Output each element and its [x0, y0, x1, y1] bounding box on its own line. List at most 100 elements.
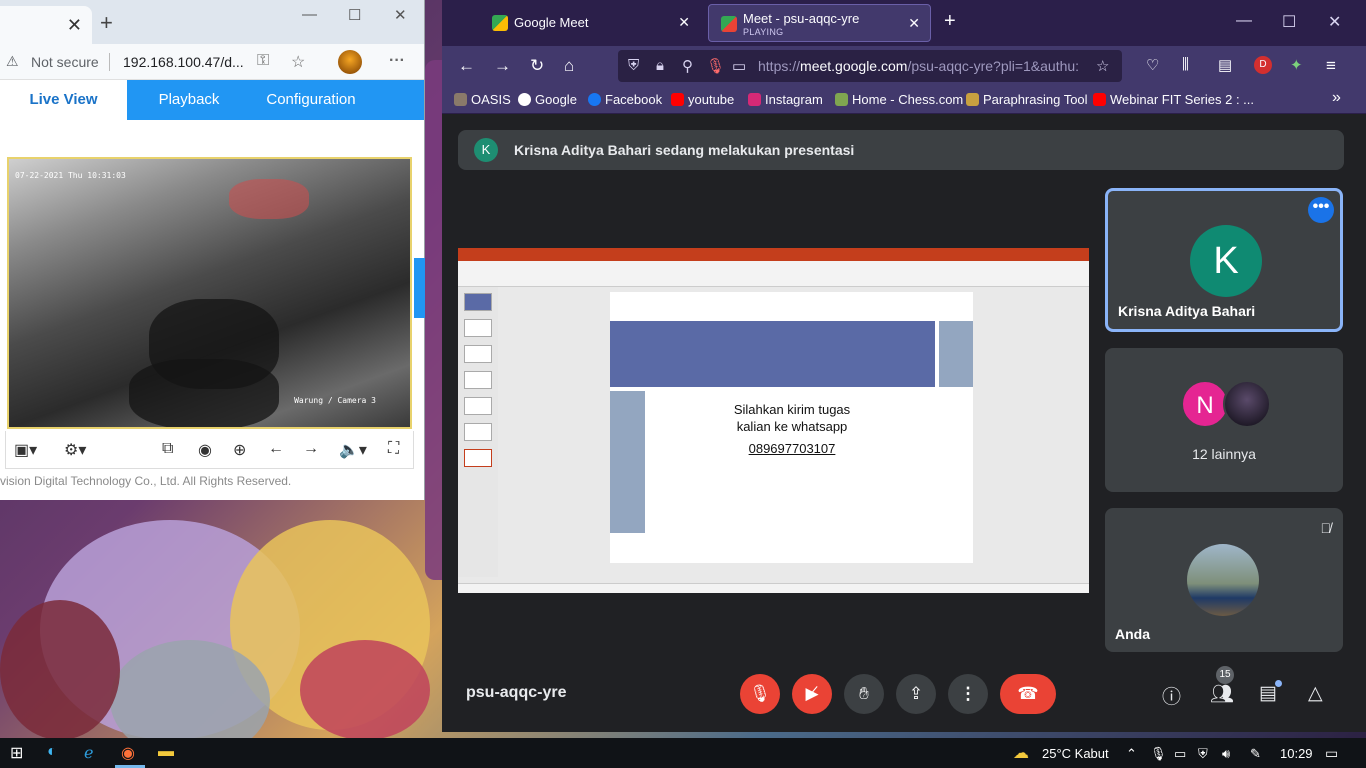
close-window-icon[interactable]: ✕: [394, 6, 407, 24]
key-icon[interactable]: ⚿: [257, 52, 269, 70]
bookmark-facebook[interactable]: Facebook: [588, 92, 662, 107]
new-tab-button[interactable]: +: [100, 10, 113, 36]
present-button[interactable]: ⇪: [896, 674, 936, 714]
self-avatar-photo: [1187, 544, 1259, 616]
participant-tile-others[interactable]: N 12 lainnya: [1105, 348, 1343, 492]
camera-off-button[interactable]: ▶̸: [792, 674, 832, 714]
presentation-banner-text: Krisna Aditya Bahari sedang melakukan pr…: [514, 142, 855, 158]
sidebar-icon[interactable]: ▤: [1218, 56, 1232, 74]
arrow-left-icon[interactable]: ←: [268, 440, 284, 458]
stream-icon[interactable]: ⚙▾: [64, 440, 86, 460]
url-text[interactable]: https://meet.google.com/psu-aqqc-yre?pli…: [758, 58, 1088, 74]
tab-google-meet[interactable]: Google Meet ✕: [480, 4, 700, 42]
file-explorer-icon[interactable]: ▬: [158, 743, 174, 761]
reader-icon[interactable]: ▭: [732, 57, 746, 75]
participant-name: Anda: [1115, 626, 1150, 642]
profile-avatar[interactable]: [338, 50, 362, 74]
maximize-icon[interactable]: ☐: [1282, 12, 1296, 32]
more-options-button[interactable]: ⋮: [948, 674, 988, 714]
side-panel-toggle[interactable]: [414, 258, 425, 318]
nav-playback[interactable]: Playback: [140, 80, 238, 120]
pen-icon[interactable]: ✎: [1250, 746, 1261, 762]
microphone-off-button[interactable]: 🎙︎: [740, 674, 780, 714]
camera-snapshot-icon[interactable]: ◉: [198, 440, 212, 460]
activities-icon[interactable]: △: [1308, 682, 1323, 705]
close-icon[interactable]: ✕: [67, 15, 82, 36]
menu-icon[interactable]: ≡: [1326, 56, 1336, 76]
tab-meet-call[interactable]: Meet - psu-aqqc-yre PLAYING ✕: [708, 4, 931, 42]
camera-live-feed[interactable]: 07-22-2021 Thu 10:31:03 Warung / Camera …: [7, 157, 412, 429]
bookmark-paraphrasing[interactable]: Paraphrasing Tool: [966, 92, 1088, 107]
leave-call-button[interactable]: ☎︎: [1000, 674, 1056, 714]
fullscreen-icon[interactable]: ⛶: [388, 440, 399, 458]
network-icon[interactable]: ▭: [1174, 746, 1186, 762]
more-options-icon[interactable]: •••: [1308, 197, 1334, 223]
minimize-icon[interactable]: —: [302, 6, 317, 23]
meeting-info-icon[interactable]: ⓘ: [1162, 682, 1181, 709]
windows-start-icon[interactable]: ⊞: [10, 743, 23, 763]
camera-url[interactable]: 192.168.100.47/d...: [123, 54, 244, 70]
back-icon[interactable]: ←: [458, 56, 475, 76]
powerpoint-statusbar: [458, 583, 1089, 593]
microphone-tray-icon[interactable]: 🎙︎: [1150, 746, 1167, 762]
nav-configuration[interactable]: Configuration: [256, 80, 366, 120]
camera-address-bar[interactable]: ⚠ Not secure 192.168.100.47/d... ⚿ ☆ ···: [0, 44, 424, 80]
reload-icon[interactable]: ↻: [530, 56, 544, 76]
layout-icon[interactable]: ▣▾: [14, 440, 37, 460]
microphone-active-icon[interactable]: 🎙︎: [706, 57, 725, 75]
bookmark-google[interactable]: Google: [518, 92, 577, 107]
mic-off-icon: 🎙̸: [1320, 520, 1332, 536]
weather-icon[interactable]: ☁: [1013, 743, 1029, 763]
warning-icon[interactable]: ⚠: [6, 53, 19, 70]
slide-thumbnail: [464, 345, 492, 363]
profile-avatar[interactable]: D: [1254, 56, 1272, 74]
home-icon[interactable]: ⌂: [564, 56, 574, 76]
chat-icon[interactable]: ▤: [1259, 682, 1277, 705]
shared-screen[interactable]: Silahkan kirim tugas kalian ke whatsapp …: [458, 248, 1089, 593]
volume-icon[interactable]: 🔊︎: [1222, 746, 1230, 762]
more-bookmarks-icon[interactable]: »: [1332, 89, 1341, 107]
raise-hand-button[interactable]: ✋︎: [844, 674, 884, 714]
permissions-icon[interactable]: ⚲: [682, 57, 693, 75]
more-menu-icon[interactable]: ···: [389, 52, 405, 70]
bookmark-star-icon[interactable]: ☆: [1096, 57, 1109, 75]
new-tab-button[interactable]: +: [944, 10, 956, 33]
arrow-right-icon[interactable]: →: [303, 440, 319, 458]
participant-tile-presenter[interactable]: ••• K Krisna Aditya Bahari: [1105, 188, 1343, 332]
close-tab-icon[interactable]: ✕: [908, 15, 920, 32]
close-window-icon[interactable]: ✕: [1328, 12, 1341, 32]
firefox-icon[interactable]: ◉: [121, 743, 135, 763]
pocket-icon[interactable]: ♡: [1146, 56, 1159, 74]
favorite-star-icon[interactable]: ☆: [291, 52, 305, 72]
bookmark-instagram[interactable]: Instagram: [748, 92, 823, 107]
defender-icon[interactable]: ⛨: [1198, 746, 1208, 762]
bookmark-youtube[interactable]: youtube: [671, 92, 734, 107]
url-bar[interactable]: ⛨ 🔒︎ ⚲ 🎙︎ ▭ https://meet.google.com/psu-…: [618, 50, 1122, 82]
lock-icon[interactable]: 🔒︎: [656, 57, 664, 74]
shield-icon[interactable]: ⛨: [628, 57, 639, 74]
bookmark-webinar[interactable]: Webinar FIT Series 2 : ...: [1093, 92, 1254, 107]
audio-muted-icon[interactable]: 🔈▾: [339, 440, 367, 460]
people-icon[interactable]: 👥︎: [1210, 682, 1234, 706]
notifications-icon[interactable]: ▭: [1325, 745, 1338, 762]
internet-explorer-icon[interactable]: ℯ: [84, 743, 93, 763]
navigation-toolbar: ← → ↻ ⌂ ⛨ 🔒︎ ⚲ 🎙︎ ▭ https://meet.google.…: [442, 46, 1366, 86]
zoom-icon[interactable]: ⊕: [233, 440, 246, 460]
close-tab-icon[interactable]: ✕: [678, 14, 690, 31]
bookmark-chess[interactable]: Home - Chess.com: [835, 92, 963, 107]
weather-text[interactable]: 25°C Kabut: [1042, 746, 1109, 761]
bookmark-oasis[interactable]: OASIS: [454, 92, 511, 107]
extension-icon[interactable]: ✦: [1290, 56, 1303, 74]
participant-tile-self[interactable]: 🎙̸ Anda: [1105, 508, 1343, 652]
forward-icon[interactable]: →: [494, 56, 511, 76]
tray-chevron-icon[interactable]: ⌃: [1126, 746, 1137, 762]
library-icon[interactable]: ⫼: [1182, 56, 1189, 73]
edge-icon[interactable]: ◐: [47, 743, 57, 761]
nav-live-view[interactable]: Live View: [0, 80, 127, 120]
clock-time[interactable]: 10:29: [1280, 746, 1313, 761]
camera-tab[interactable]: ✕: [0, 6, 92, 44]
minimize-icon[interactable]: —: [1236, 12, 1252, 30]
not-secure-label[interactable]: Not secure: [31, 54, 99, 70]
maximize-icon[interactable]: ☐: [348, 6, 361, 24]
window-icon[interactable]: ⧉: [162, 440, 173, 458]
